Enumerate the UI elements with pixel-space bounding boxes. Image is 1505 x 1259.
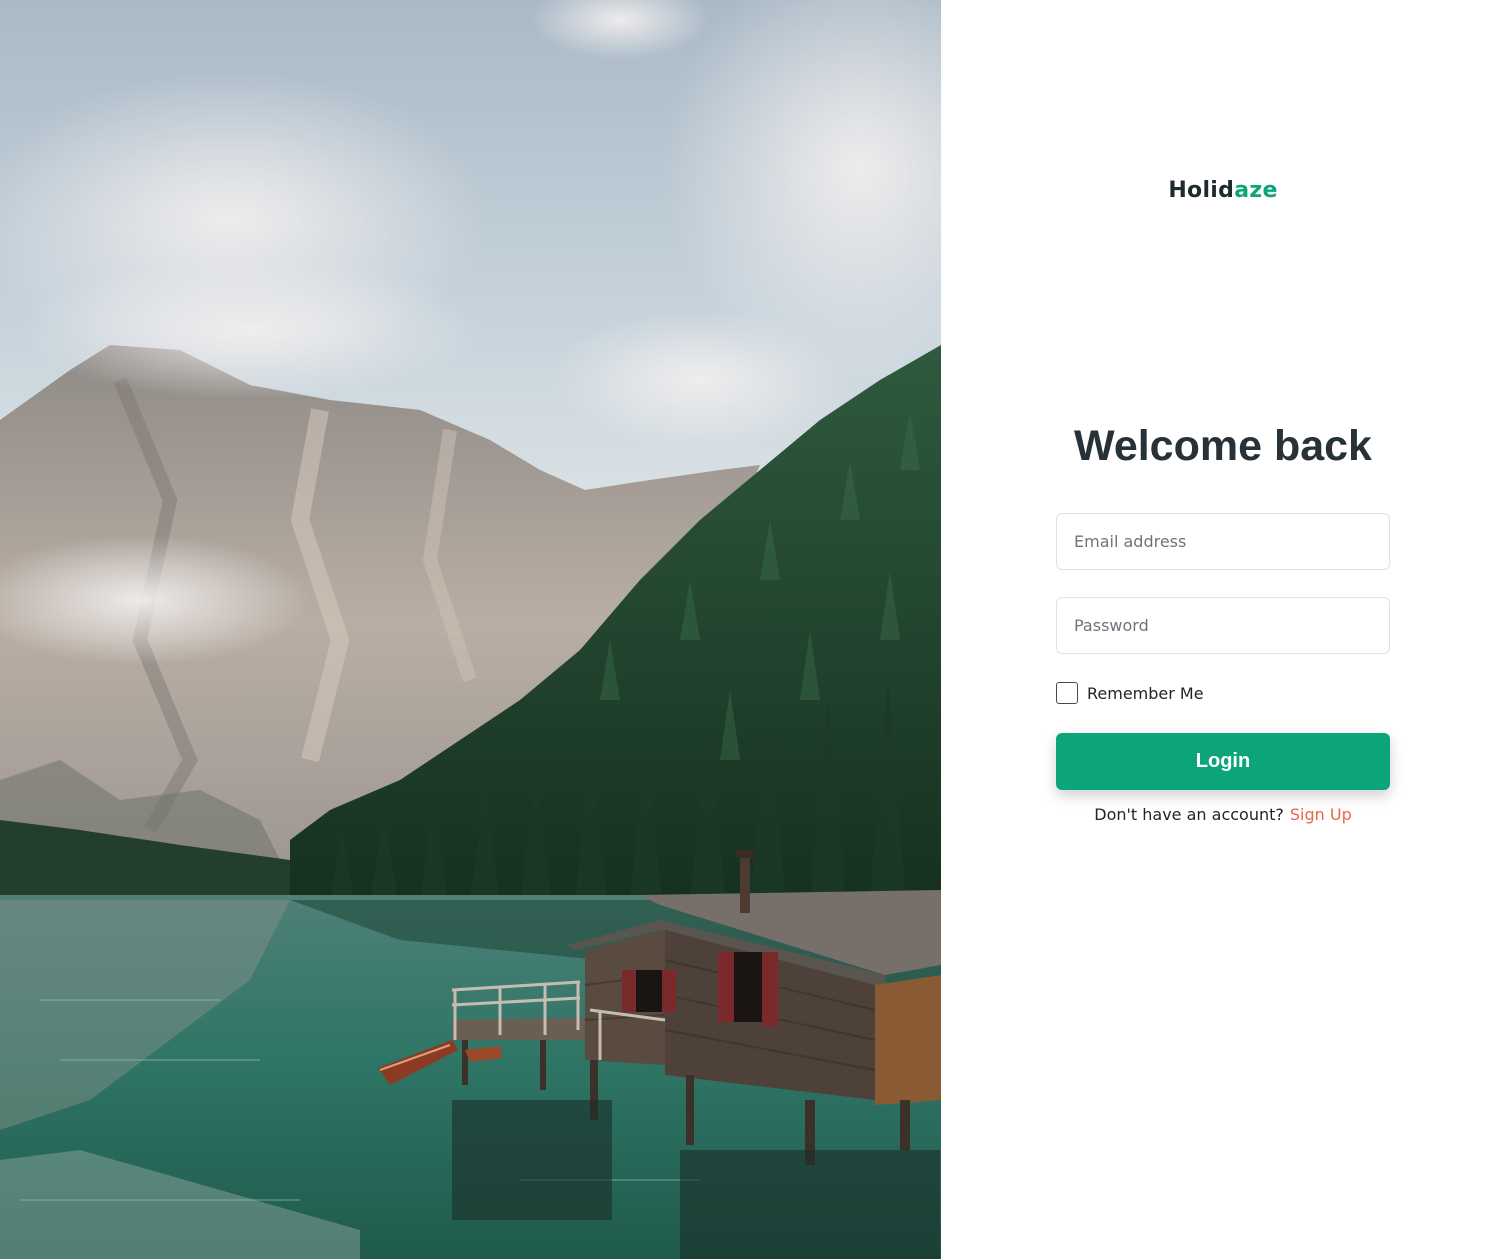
remember-me-label[interactable]: Remember Me (1087, 684, 1204, 703)
login-button[interactable]: Login (1056, 733, 1390, 790)
email-field[interactable] (1056, 513, 1390, 570)
brand-logo[interactable]: Holidaze (941, 178, 1505, 203)
password-field[interactable] (1056, 597, 1390, 654)
signup-row: Don't have an account? Sign Up (941, 805, 1505, 824)
signup-prompt: Don't have an account? (1094, 805, 1284, 824)
signup-link[interactable]: Sign Up (1290, 805, 1352, 824)
login-page: Holidaze Welcome back Remember Me Login … (0, 0, 1505, 1259)
remember-me-checkbox[interactable] (1056, 682, 1078, 704)
page-title: Welcome back (1074, 422, 1372, 470)
login-panel: Holidaze Welcome back Remember Me Login … (941, 0, 1505, 1259)
brand-logo-part1: Holid (1168, 178, 1235, 203)
lake-cabin-illustration (0, 0, 941, 1259)
hero-image (0, 0, 941, 1259)
remember-me[interactable]: Remember Me (1056, 682, 1204, 704)
brand-logo-part2: aze (1234, 178, 1278, 203)
